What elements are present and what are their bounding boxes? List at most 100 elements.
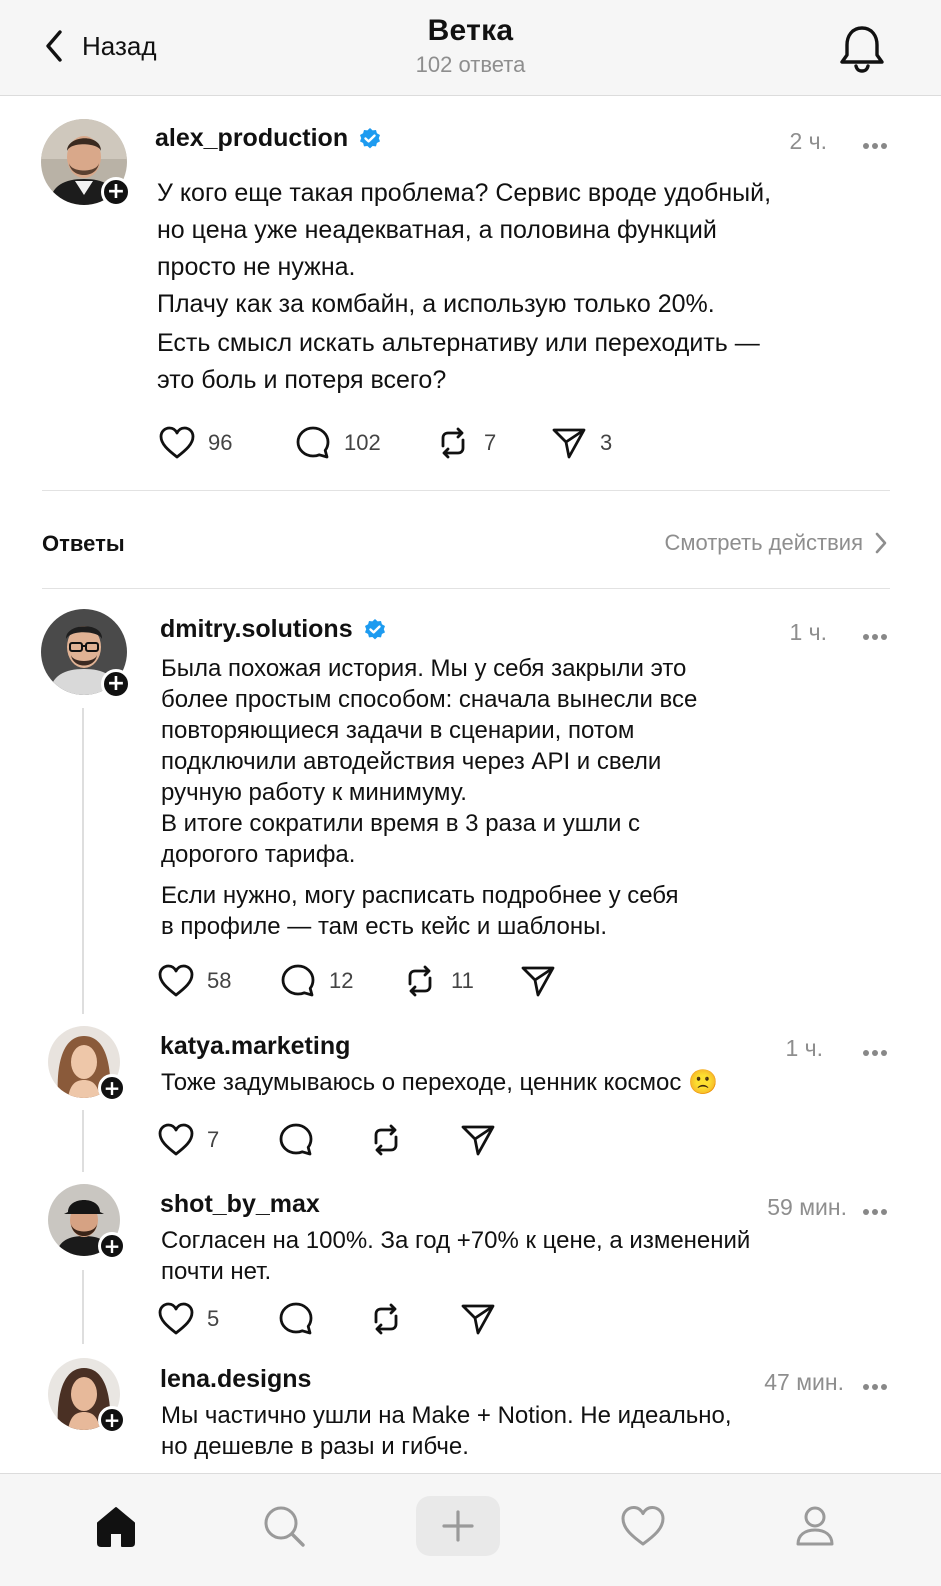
reply-line: но дешевле в разы и гибче. xyxy=(161,1433,469,1460)
top-bar: Назад Ветка 102 ответа xyxy=(0,0,941,96)
nav-home[interactable] xyxy=(74,1496,158,1556)
reply-time: 1 ч. xyxy=(789,619,827,645)
reply-line: в профиле — там есть кейс и шаблоны. xyxy=(161,913,608,940)
like-button[interactable]: 7 xyxy=(157,1121,277,1159)
post-body: У кого еще такая проблема? Сервис вроде … xyxy=(157,175,771,399)
like-button[interactable]: 5 xyxy=(157,1300,277,1338)
reply-line: Согласен на 100%. За год +70% к цене, а … xyxy=(161,1227,751,1254)
chevron-right-icon xyxy=(875,532,887,554)
avatar[interactable]: + xyxy=(48,1184,126,1260)
like-count: 58 xyxy=(207,968,232,993)
more-options-icon[interactable] xyxy=(863,1202,893,1215)
post-line: это боль и потеря всего? xyxy=(157,366,447,394)
repost-button[interactable]: 7 xyxy=(434,424,550,462)
comment-button[interactable] xyxy=(277,1300,367,1338)
verified-badge-icon xyxy=(360,127,381,148)
reply-author[interactable]: lena.designs xyxy=(160,1365,311,1394)
reply-username: katya.marketing xyxy=(160,1032,351,1060)
see-actions-link[interactable]: Смотреть действия xyxy=(664,530,889,556)
reply-actions: 5 xyxy=(157,1300,497,1338)
repost-button[interactable] xyxy=(367,1300,459,1338)
share-button[interactable] xyxy=(459,1300,497,1338)
verified-badge-icon xyxy=(364,618,385,639)
send-icon xyxy=(461,1125,495,1156)
follow-plus-icon[interactable]: + xyxy=(101,177,131,207)
repost-count: 7 xyxy=(484,430,497,455)
comment-button[interactable]: 12 xyxy=(279,962,401,1000)
divider xyxy=(42,588,890,589)
title-block: Ветка 102 ответа xyxy=(0,14,941,78)
post-time: 2 ч. xyxy=(789,128,827,154)
see-actions-label: Смотреть действия xyxy=(664,530,863,555)
like-button[interactable]: 96 xyxy=(158,424,294,462)
answers-heading: Ответы xyxy=(42,531,125,556)
more-options-icon[interactable] xyxy=(863,1377,893,1390)
post-author[interactable]: alex_production xyxy=(155,124,382,153)
reply-line: Была похожая история. Мы у себя закрыли … xyxy=(161,655,687,682)
post-username: alex_production xyxy=(155,124,349,152)
reply-body: Мы частично ушли на Make + Notion. Не ид… xyxy=(161,1400,732,1462)
home-icon xyxy=(97,1507,135,1547)
more-options-icon[interactable] xyxy=(863,627,893,640)
repost-icon xyxy=(374,1303,398,1335)
follow-plus-icon[interactable]: + xyxy=(101,669,131,699)
like-count: 5 xyxy=(207,1306,220,1331)
comment-icon xyxy=(281,964,315,997)
reply-line: В итоге сократили время в 3 раза и ушли … xyxy=(161,810,641,837)
like-button[interactable]: 58 xyxy=(157,962,279,1000)
heart-icon xyxy=(159,426,195,459)
comment-button[interactable] xyxy=(277,1121,367,1159)
follow-plus-icon[interactable]: + xyxy=(98,1074,126,1102)
avatar[interactable]: + xyxy=(48,1358,126,1434)
reply-line: Тоже задумываюсь о переходе, ценник косм… xyxy=(161,1069,718,1096)
avatar[interactable]: + xyxy=(41,609,131,699)
reply-actions: 58 12 11 xyxy=(157,962,579,1000)
nav-search[interactable] xyxy=(242,1496,326,1556)
search-icon xyxy=(264,1506,305,1547)
avatar[interactable]: + xyxy=(41,119,131,207)
reply-line: повторяющиеся задачи в сценарии, потом xyxy=(161,717,635,744)
reply-username: lena.designs xyxy=(160,1365,312,1393)
reply-time: 1 ч. xyxy=(785,1035,823,1061)
nav-profile[interactable] xyxy=(773,1496,857,1556)
follow-plus-icon[interactable]: + xyxy=(98,1232,126,1260)
divider xyxy=(42,490,890,491)
reply-author[interactable]: shot_by_max xyxy=(160,1190,320,1219)
comment-button[interactable]: 102 xyxy=(294,424,434,462)
reply-author[interactable]: katya.marketing xyxy=(160,1032,350,1061)
more-options-icon[interactable] xyxy=(863,136,893,149)
send-icon xyxy=(521,966,555,997)
follow-plus-icon[interactable]: + xyxy=(98,1406,126,1434)
like-count: 96 xyxy=(208,430,233,455)
reply-count: 102 ответа xyxy=(415,52,526,77)
post-line: но цена уже неадекватная, а половина фун… xyxy=(157,216,717,244)
profile-icon xyxy=(796,1506,834,1546)
share-button[interactable] xyxy=(519,962,579,1000)
bell-icon[interactable] xyxy=(837,22,887,74)
reply-author[interactable]: dmitry.solutions xyxy=(160,615,387,644)
thread-line xyxy=(82,1270,84,1344)
more-options-icon[interactable] xyxy=(863,1043,893,1056)
share-button[interactable]: 3 xyxy=(550,424,612,462)
nav-create[interactable] xyxy=(416,1496,500,1556)
comment-icon xyxy=(279,1302,313,1335)
send-icon xyxy=(552,428,586,459)
heart-icon xyxy=(158,964,194,997)
post-actions: 96 102 7 3 xyxy=(158,424,612,462)
share-button[interactable] xyxy=(459,1121,497,1159)
send-icon xyxy=(461,1304,495,1335)
share-count: 3 xyxy=(600,430,613,455)
repost-button[interactable]: 11 xyxy=(401,962,519,1000)
nav-activity[interactable] xyxy=(601,1496,685,1556)
comment-icon xyxy=(296,426,330,459)
reply-line: Мы частично ушли на Make + Notion. Не ид… xyxy=(161,1402,732,1429)
reply-actions: 7 xyxy=(157,1121,497,1159)
heart-icon xyxy=(158,1302,194,1335)
avatar[interactable]: + xyxy=(48,1026,126,1102)
post-line: просто не нужна. xyxy=(157,253,356,281)
repost-button[interactable] xyxy=(367,1121,459,1159)
reply-body: Тоже задумываюсь о переходе, ценник косм… xyxy=(161,1067,718,1098)
comment-count: 12 xyxy=(329,968,354,993)
reply-body: Согласен на 100%. За год +70% к цене, а … xyxy=(161,1225,750,1287)
plus-icon xyxy=(442,1510,474,1542)
